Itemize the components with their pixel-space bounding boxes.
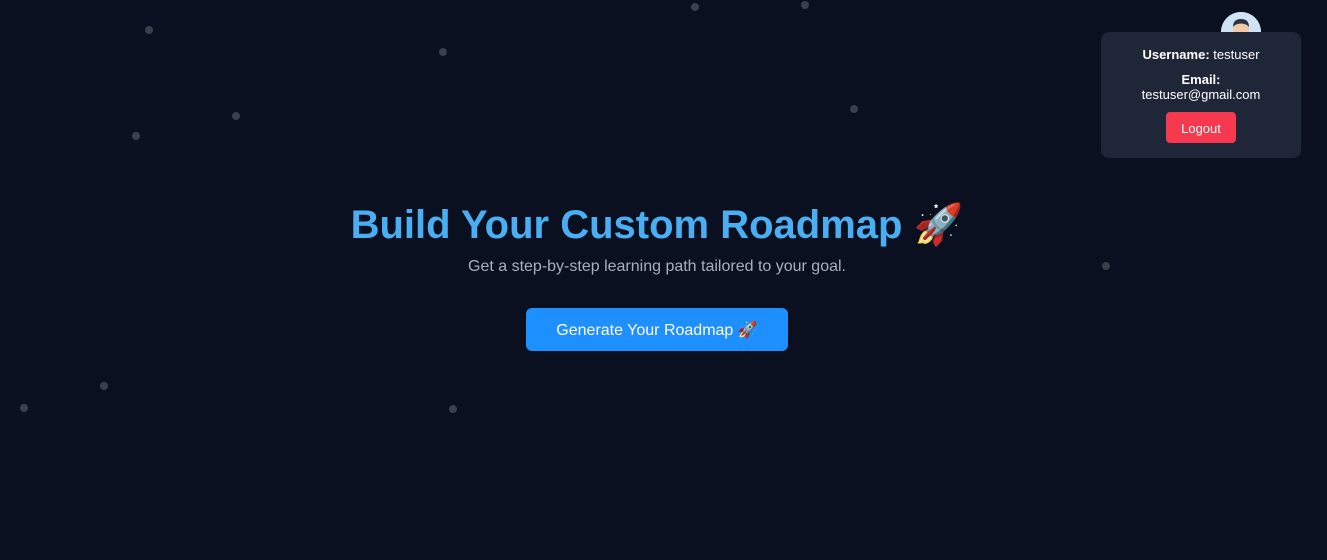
page-title: Build Your Custom Roadmap 🚀 bbox=[0, 198, 1314, 252]
background-star bbox=[449, 405, 457, 413]
page: Build Your Custom Roadmap 🚀 Get a step-b… bbox=[0, 0, 1327, 560]
email-value: testuser@gmail.com bbox=[1141, 87, 1261, 102]
background-star bbox=[439, 48, 447, 56]
rocket-icon: 🚀 bbox=[913, 203, 964, 247]
generate-roadmap-button[interactable]: Generate Your Roadmap 🚀 bbox=[526, 308, 788, 351]
username-value: testuser bbox=[1213, 47, 1260, 62]
email-row: Email: testuser@gmail.com bbox=[1101, 72, 1301, 102]
profile-dropdown: Username: testuser Email: testuser@gmail… bbox=[1101, 32, 1301, 158]
email-label: Email: bbox=[1181, 72, 1221, 87]
username-label: Username: bbox=[1142, 47, 1210, 62]
background-star bbox=[20, 404, 28, 412]
background-star bbox=[850, 105, 858, 113]
username-row: Username: testuser bbox=[1101, 47, 1301, 62]
background-star bbox=[100, 382, 108, 390]
background-star bbox=[232, 112, 240, 120]
background-star bbox=[132, 132, 140, 140]
background-star bbox=[145, 26, 153, 34]
page-subtitle: Get a step-by-step learning path tailore… bbox=[468, 258, 846, 275]
logout-button[interactable]: Logout bbox=[1166, 112, 1236, 143]
background-star bbox=[801, 1, 809, 9]
hero-section: Build Your Custom Roadmap 🚀 Get a step-b… bbox=[0, 198, 1314, 351]
page-title-text: Build Your Custom Roadmap bbox=[350, 203, 903, 247]
background-star bbox=[691, 3, 699, 11]
